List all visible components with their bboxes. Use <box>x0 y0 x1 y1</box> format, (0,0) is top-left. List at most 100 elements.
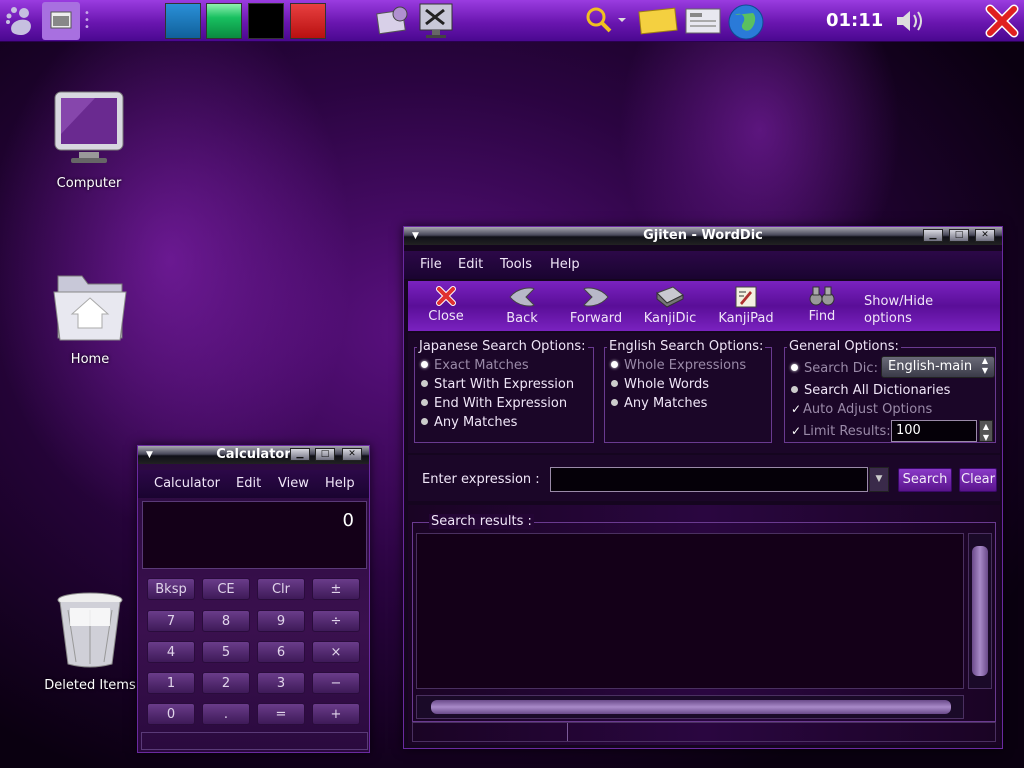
limit-results-spinner[interactable]: 100 <box>891 420 977 442</box>
key-bksp[interactable]: Bksp <box>147 578 195 600</box>
status-bar <box>412 722 996 742</box>
gjiten-menubar: File Edit Tools Help <box>404 251 1002 279</box>
menu-file[interactable]: File <box>420 257 442 272</box>
key-7[interactable]: 7 <box>147 610 195 632</box>
news-reader-icon[interactable] <box>684 6 724 40</box>
menu-edit[interactable]: Edit <box>458 257 483 272</box>
key-4[interactable]: 4 <box>147 641 195 663</box>
settings-tools-icon[interactable] <box>416 2 456 44</box>
minimize-button[interactable]: ▁ <box>290 448 310 461</box>
menu-help[interactable]: Help <box>325 476 355 491</box>
key-multiply[interactable]: × <box>312 641 360 663</box>
spinner-arrows-icon[interactable]: ▲ ▼ <box>979 420 993 442</box>
sticky-notes-icon[interactable] <box>638 6 680 40</box>
window-menu-icon[interactable]: ▼ <box>412 227 419 245</box>
maximize-button[interactable]: □ <box>949 229 969 242</box>
results-vertical-scrollbar[interactable] <box>968 533 992 689</box>
gjiten-titlebar[interactable]: ▼ Gjiten - WordDic ▁ □ ✕ <box>404 227 1002 245</box>
menu-calculator[interactable]: Calculator <box>154 476 220 491</box>
calculator-window: ▼ Calculator ▁ □ ✕ Calculator Edit View … <box>137 445 370 753</box>
radio-exact-matches[interactable]: Exact Matches <box>421 358 529 373</box>
calculator-titlebar[interactable]: ▼ Calculator ▁ □ ✕ <box>138 446 369 464</box>
key-equals[interactable]: = <box>257 703 305 725</box>
web-browser-globe-icon[interactable] <box>727 3 765 45</box>
key-subtract[interactable]: − <box>312 672 360 694</box>
volume-icon[interactable] <box>894 8 924 38</box>
key-9[interactable]: 9 <box>257 610 305 632</box>
forward-arrow-icon <box>583 287 609 307</box>
search-results-textarea[interactable] <box>416 533 964 689</box>
close-button[interactable]: ✕ <box>342 448 362 461</box>
menu-edit[interactable]: Edit <box>236 476 261 491</box>
clear-button[interactable]: Clear <box>959 468 997 492</box>
results-horizontal-scrollbar[interactable] <box>416 695 964 719</box>
checkmark-icon: ✓ <box>791 424 802 438</box>
workspace-1-button[interactable] <box>165 3 201 39</box>
desktop-icon-home[interactable]: Home <box>40 268 140 367</box>
photo-viewer-icon[interactable] <box>374 4 412 42</box>
key-2[interactable]: 2 <box>202 672 250 694</box>
radio-any-matches-jp[interactable]: Any Matches <box>421 415 517 430</box>
radio-whole-expressions[interactable]: Whole Expressions <box>611 358 746 373</box>
desktop-icon-computer[interactable]: Computer <box>39 88 139 191</box>
key-divide[interactable]: ÷ <box>312 610 360 632</box>
radio-start-with-expression[interactable]: Start With Expression <box>421 377 574 392</box>
checkbox-auto-adjust[interactable]: ✓ Auto Adjust Options <box>791 402 932 417</box>
logout-close-icon[interactable] <box>984 3 1020 43</box>
general-options-group: General Options: Search Dic: English-mai… <box>784 339 996 443</box>
menu-view[interactable]: View <box>278 476 309 491</box>
desktop-icon-label: Home <box>70 352 110 367</box>
key-clr[interactable]: Clr <box>257 578 305 600</box>
radio-search-dic[interactable]: Search Dic: <box>791 361 878 376</box>
desktop-icon-label: Deleted Items <box>44 678 136 693</box>
toolbar-close-button[interactable]: Close <box>414 285 478 324</box>
workspace-3-button[interactable] <box>248 3 284 39</box>
toolbar-kanjipad-button[interactable]: KanjiPad <box>714 285 778 326</box>
show-desktop-icon[interactable] <box>42 2 80 40</box>
vertical-scroll-thumb[interactable] <box>972 546 988 676</box>
key-ce[interactable]: CE <box>202 578 250 600</box>
key-add[interactable]: + <box>312 703 360 725</box>
radio-end-with-expression[interactable]: End With Expression <box>421 396 567 411</box>
menu-help[interactable]: Help <box>550 257 580 272</box>
close-button[interactable]: ✕ <box>975 229 995 242</box>
radio-whole-words[interactable]: Whole Words <box>611 377 709 392</box>
checkbox-limit-results[interactable]: ✓ Limit Results: <box>791 424 891 439</box>
maximize-button[interactable]: □ <box>315 448 335 461</box>
key-3[interactable]: 3 <box>257 672 305 694</box>
window-menu-icon[interactable]: ▼ <box>146 446 153 464</box>
radio-any-matches-en[interactable]: Any Matches <box>611 396 707 411</box>
expression-input[interactable] <box>550 467 868 492</box>
key-plus-minus[interactable]: ± <box>312 578 360 600</box>
panel-clock[interactable]: 01:11 <box>826 10 883 31</box>
toolbar-kanjidic-button[interactable]: KanjiDic <box>638 285 702 326</box>
toolbar-find-button[interactable]: Find <box>790 285 854 324</box>
horizontal-scroll-thumb[interactable] <box>431 700 951 714</box>
workspace-2-button[interactable] <box>206 3 242 39</box>
toolbar-show-hide-button[interactable]: Show/Hide options <box>864 293 933 327</box>
toolbar-forward-button[interactable]: Forward <box>564 285 628 326</box>
key-1[interactable]: 1 <box>147 672 195 694</box>
search-tool-icon[interactable] <box>582 4 626 40</box>
gjiten-window: ▼ Gjiten - WordDic ▁ □ ✕ File Edit Tools… <box>403 226 1003 749</box>
menu-tools[interactable]: Tools <box>500 257 532 272</box>
checkmark-icon: ✓ <box>791 402 802 416</box>
radio-search-all-dictionaries[interactable]: Search All Dictionaries <box>791 383 950 398</box>
toolbar-back-button[interactable]: Back <box>490 285 554 326</box>
window-title: Calculator <box>216 447 291 462</box>
search-button[interactable]: Search <box>898 468 952 492</box>
key-8[interactable]: 8 <box>202 610 250 632</box>
key-6[interactable]: 6 <box>257 641 305 663</box>
key-0[interactable]: 0 <box>147 703 195 725</box>
desktop-icon-trash[interactable]: Deleted Items <box>40 590 140 693</box>
minimize-button[interactable]: ▁ <box>923 229 943 242</box>
search-dic-select[interactable]: English-main ▲ ▼ <box>881 356 995 378</box>
key-5[interactable]: 5 <box>202 641 250 663</box>
expression-history-dropdown[interactable]: ▼ <box>869 467 889 492</box>
calculator-display[interactable]: 0 <box>142 501 367 569</box>
key-decimal[interactable]: . <box>202 703 250 725</box>
gnome-foot-icon[interactable] <box>4 4 38 42</box>
japanese-options-title: Japanese Search Options: <box>417 339 588 354</box>
workspace-4-button[interactable] <box>290 3 326 39</box>
japanese-options-group: Japanese Search Options: Exact Matches S… <box>414 339 594 443</box>
